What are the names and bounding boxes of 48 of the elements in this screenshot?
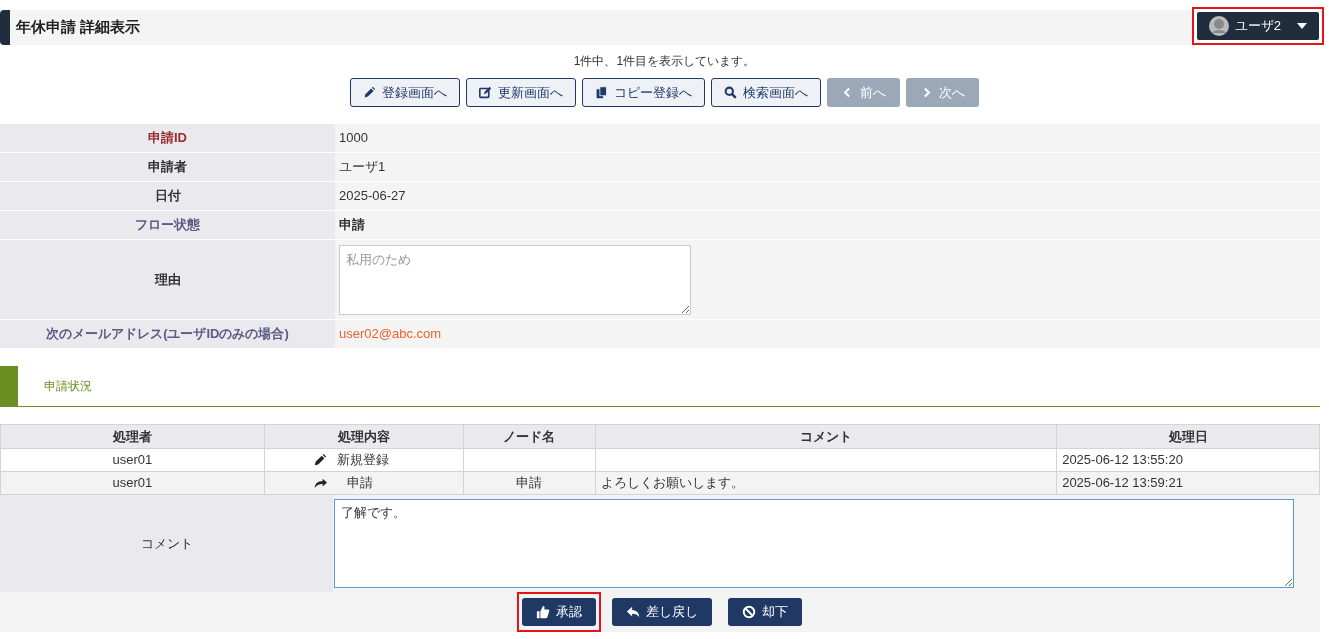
column-header: 処理者 <box>0 424 265 449</box>
field-label: フロー状態 <box>135 216 200 235</box>
table-cell: よろしくお願いします。 <box>595 471 1057 495</box>
field-label: 理由 <box>154 270 181 289</box>
column-header: コメント <box>595 424 1057 449</box>
field-value: 2025-06-27 <box>339 187 406 206</box>
table-cell: 2025-06-12 13:59:21 <box>1056 471 1320 495</box>
field-label: 次のメールアドレス(ユーザIDのみの場合) <box>46 325 289 344</box>
copy-icon <box>595 86 608 99</box>
edit-icon <box>479 86 492 99</box>
caret-icon <box>1297 22 1307 29</box>
comment-input[interactable]: 了解です。 <box>334 499 1294 588</box>
table-cell-text: 新規登録 <box>336 451 389 470</box>
field-value: ユーザ1 <box>339 158 386 177</box>
page-title: 年休申請 詳細表示 <box>15 17 141 38</box>
record-count-text: 1件中、1件目を表示しています。 <box>573 53 756 70</box>
pencil-icon <box>312 453 327 467</box>
column-header: 処理内容 <box>264 424 464 449</box>
field-value: 申請 <box>339 216 365 235</box>
field-label: 申請者 <box>148 158 187 177</box>
nav-button[interactable]: コピー登録へ <box>582 78 705 107</box>
table-cell-text: 申請 <box>345 474 373 493</box>
comment-label: コメント <box>140 534 193 553</box>
nav-button[interactable]: 登録画面へ <box>350 78 460 107</box>
search-icon <box>724 86 737 99</box>
table-cell: user01 <box>0 448 265 472</box>
share-arrow-icon <box>312 476 327 490</box>
nav-button[interactable]: 更新画面へ <box>466 78 576 107</box>
field-label: 日付 <box>154 187 181 206</box>
action-button[interactable]: 差し戻し <box>611 598 712 626</box>
field-value: 1000 <box>339 129 368 148</box>
table-cell: user01 <box>0 471 265 495</box>
column-header: 処理日 <box>1056 424 1320 449</box>
section-title: 申請状況 <box>43 378 92 395</box>
field-label: 申請ID <box>148 129 187 148</box>
reply-arrow-icon <box>625 605 640 619</box>
nav-button[interactable]: 検索画面へ <box>711 78 821 107</box>
user-menu-button[interactable]: ユーザ2 <box>1196 11 1319 40</box>
pencil-icon <box>363 86 376 99</box>
thumbs-up-icon <box>535 605 550 619</box>
reason-input[interactable]: 私用のため <box>339 244 691 315</box>
prohibited-icon <box>741 605 756 619</box>
table-cell: 申請 <box>463 471 596 495</box>
action-button[interactable]: 承認 <box>521 598 596 626</box>
column-header: ノード名 <box>463 424 596 449</box>
table-cell: 2025-06-12 13:55:20 <box>1056 448 1320 472</box>
action-button[interactable]: 却下 <box>727 598 802 626</box>
user-avatar-icon <box>1208 15 1229 36</box>
